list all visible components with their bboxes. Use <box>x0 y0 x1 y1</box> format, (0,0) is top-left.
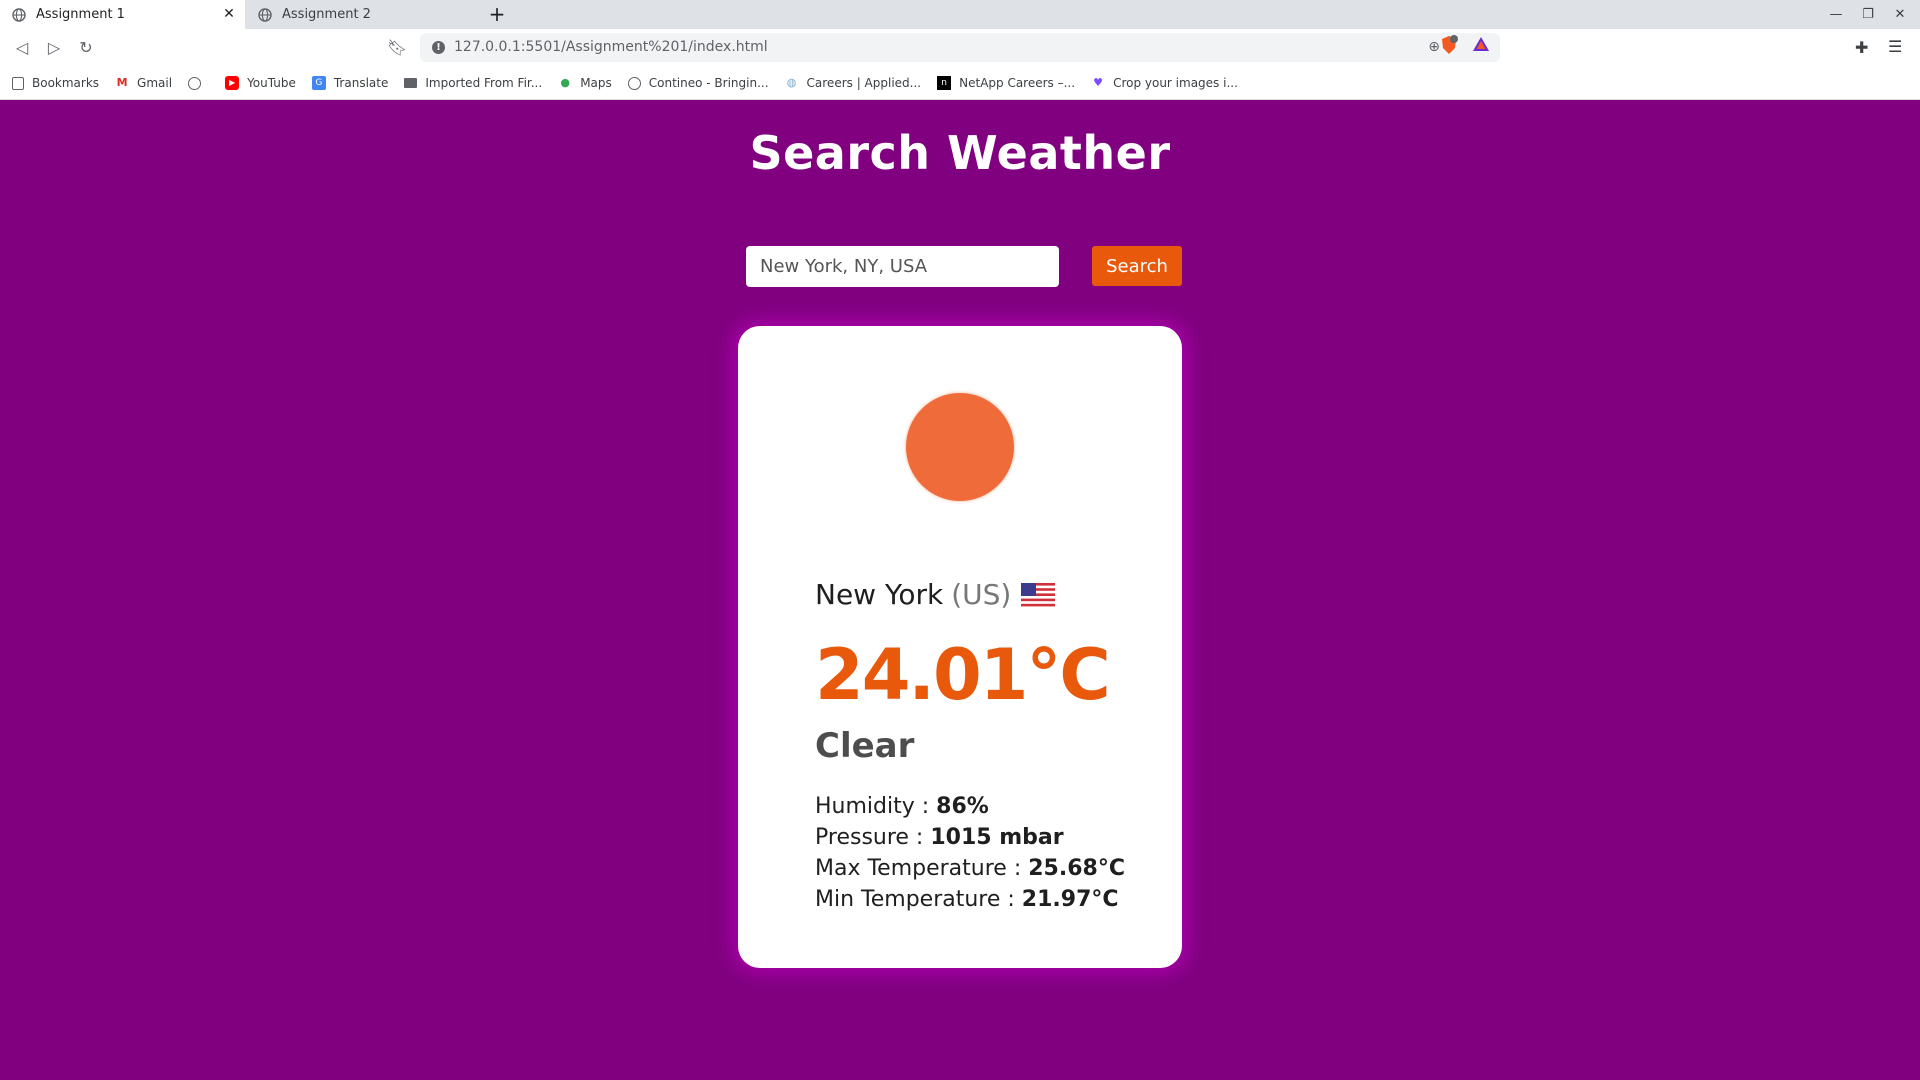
city-name: New York <box>815 578 944 611</box>
bookmarks-bar: Bookmarks M Gmail ▶ YouTube G Translate Imp… <box>0 67 1920 100</box>
browser-chrome: Assignment 1 ✕ Assignment 2 + — ❐ ✕ ◁ ▷ … <box>0 0 1920 100</box>
max-temperature-value: 25.68°C <box>1028 856 1125 881</box>
weather-condition: Clear <box>815 726 915 766</box>
bookmark-careers[interactable]: ◍ Careers | Applied... <box>785 76 921 90</box>
humidity-value: 86% <box>936 794 989 819</box>
globe-icon <box>258 7 272 22</box>
reload-icon[interactable]: ↻ <box>76 38 96 58</box>
new-tab-button[interactable]: + <box>487 4 507 24</box>
info-icon[interactable]: ! <box>432 41 445 54</box>
translate-icon: G <box>311 76 326 90</box>
tab-assignment-1[interactable]: Assignment 1 ✕ <box>0 0 245 29</box>
pressure-row: Pressure : 1015 mbar <box>815 825 1064 850</box>
close-icon[interactable]: ✕ <box>221 6 237 22</box>
globe-icon <box>188 76 202 90</box>
brave-shield-icon[interactable] <box>1440 35 1458 55</box>
globe-icon <box>12 7 26 22</box>
weather-details: Humidity : 86% Pressure : 1015 mbar Max … <box>815 791 1125 915</box>
search-button[interactable]: Search <box>1092 246 1182 286</box>
forward-icon[interactable]: ▷ <box>44 38 64 58</box>
toolbar: ◁ ▷ ↻ 🔖︎ ! 127.0.0.1:5501/Assignment%201… <box>0 29 1920 67</box>
temperature: 24.01°C <box>815 634 1111 716</box>
bookmarks-icon <box>12 76 24 90</box>
min-temperature-value: 21.97°C <box>1021 887 1119 912</box>
tab-strip: Assignment 1 ✕ Assignment 2 + — ❐ ✕ <box>0 0 1920 29</box>
bookmark-maps[interactable]: ● Maps <box>558 76 611 90</box>
bookmark-imported-folder[interactable]: Imported From Fir... <box>404 76 542 90</box>
country-code: (US) <box>951 578 1012 611</box>
careers-icon: ◍ <box>786 76 797 89</box>
page-content: Search Weather Search New York (US) 24.0… <box>0 100 1920 1080</box>
location: New York (US) <box>815 578 1056 611</box>
us-flag-icon <box>1021 582 1056 607</box>
bookmark-youtube[interactable]: ▶ YouTube <box>225 76 296 90</box>
address-bar[interactable]: ! 127.0.0.1:5501/Assignment%201/index.ht… <box>420 33 1500 62</box>
youtube-icon: ▶ <box>225 76 240 90</box>
weather-card: New York (US) 24.01°C Clear Humidity : 8… <box>738 326 1182 968</box>
humidity-row: Humidity : 86% <box>815 794 989 819</box>
maps-icon: ● <box>560 76 570 89</box>
bookmark-netapp[interactable]: n NetApp Careers –... <box>937 76 1075 90</box>
globe-icon <box>627 76 641 90</box>
bookmark-crop-images[interactable]: ♥ Crop your images i... <box>1091 76 1238 90</box>
brave-rewards-icon[interactable] <box>1472 35 1490 53</box>
window-close-icon[interactable]: ✕ <box>1891 6 1909 24</box>
back-icon[interactable]: ◁ <box>12 38 32 58</box>
bookmark-globe[interactable] <box>188 76 209 90</box>
max-temperature-row: Max Temperature : 25.68°C <box>815 856 1125 881</box>
tab-assignment-2[interactable]: Assignment 2 <box>246 0 471 29</box>
bookmark-contineo[interactable]: Contineo - Bringin... <box>627 76 769 90</box>
pressure-value: 1015 mbar <box>930 825 1064 850</box>
extensions-icon[interactable]: ✚ <box>1855 38 1868 57</box>
url-text: 127.0.0.1:5501/Assignment%201/index.html <box>454 39 768 55</box>
min-temperature-row: Min Temperature : 21.97°C <box>815 887 1119 912</box>
zoom-icon[interactable]: ⊕ <box>1428 39 1440 55</box>
sun-icon <box>906 393 1014 501</box>
gmail-icon: M <box>116 76 128 89</box>
bookmark-gmail[interactable]: M Gmail <box>115 76 173 90</box>
menu-icon[interactable]: ☰ <box>1888 37 1902 56</box>
minimize-icon[interactable]: — <box>1827 6 1845 24</box>
bookmark-page-icon[interactable]: 🔖︎ <box>387 38 407 58</box>
restore-icon[interactable]: ❐ <box>1859 6 1877 24</box>
bookmark-bookmarks[interactable]: Bookmarks <box>12 76 99 90</box>
tab-label: Assignment 2 <box>282 7 371 22</box>
tab-label: Assignment 1 <box>36 7 125 22</box>
folder-icon <box>404 78 418 88</box>
netapp-icon: n <box>937 76 952 90</box>
heart-icon: ♥ <box>1093 76 1103 89</box>
page-title: Search Weather <box>749 126 1171 180</box>
bookmark-translate[interactable]: G Translate <box>311 76 388 90</box>
search-input[interactable] <box>746 246 1059 287</box>
